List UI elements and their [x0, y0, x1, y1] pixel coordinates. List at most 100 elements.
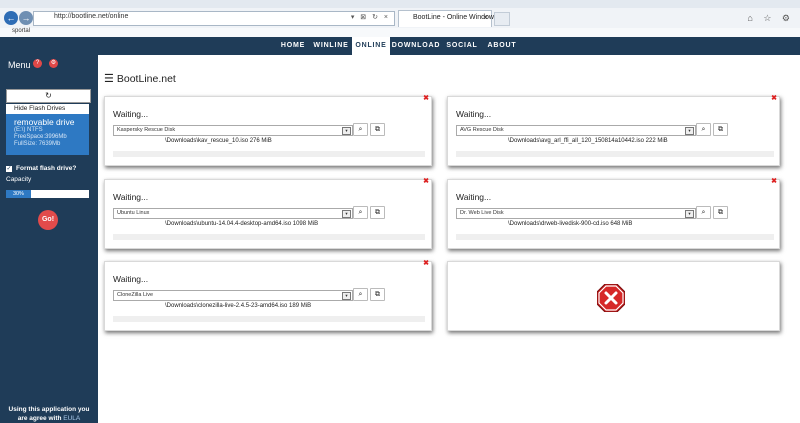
progress-track: [456, 151, 774, 157]
iso-select[interactable]: CloneZilla Live ▾: [113, 290, 353, 301]
card-status: Waiting...: [456, 109, 492, 119]
settings-button[interactable]: ⚙: [49, 59, 58, 68]
drive-item[interactable]: removable drive (E:\) NTFS FreeSpace:399…: [6, 114, 89, 155]
sidebar: Menu ? ⚙ ↻ Hide Flash Drives removable d…: [0, 55, 98, 423]
external-link-icon: ⧉: [718, 209, 723, 216]
drive-letter: (E:\) NTFS: [14, 127, 43, 133]
drive-name: removable drive: [14, 117, 75, 127]
eula-link[interactable]: EULA: [63, 415, 80, 422]
brand-text: BootLine.net: [116, 73, 176, 85]
chevron-down-icon: ▾: [685, 127, 694, 135]
card-file-path: \Downloads\ubuntu-14.04.4-desktop-amd64.…: [165, 221, 319, 227]
card-status: Waiting...: [113, 274, 149, 284]
external-link-icon: ⧉: [718, 126, 723, 133]
progress-track: [113, 316, 425, 322]
nav-home[interactable]: HOME: [276, 37, 310, 55]
open-button[interactable]: ⧉: [713, 206, 728, 219]
close-icon[interactable]: ✖: [423, 177, 429, 185]
card-file-path: \Downloads\clonezilla-live-2.4.5-23-amd6…: [165, 303, 312, 309]
download-card: ✖ Waiting... Dr. Web Live Disk ▾ ⌕ ⧉ \Do…: [447, 177, 780, 249]
browser-tools-icons[interactable]: ⌂ ☆ ⚙: [747, 13, 794, 24]
go-button[interactable]: Go!: [38, 210, 58, 230]
search-icon: ⌕: [358, 126, 363, 133]
window-titlebar: [0, 0, 800, 8]
iso-select[interactable]: Dr. Web Live Disk ▾: [456, 208, 696, 219]
search-button[interactable]: ⌕: [353, 288, 368, 301]
iso-select[interactable]: Ubuntu Linux ▾: [113, 208, 353, 219]
menu-label: Menu: [8, 60, 31, 70]
nav-winline[interactable]: WINLINE: [310, 37, 352, 55]
progress-track: [456, 234, 774, 240]
back-button[interactable]: ←: [4, 11, 18, 25]
iso-select-value: CloneZilla Live: [117, 292, 154, 298]
close-icon[interactable]: ✖: [771, 94, 777, 102]
close-icon[interactable]: ✖: [423, 259, 429, 267]
close-icon[interactable]: ✖: [423, 94, 429, 102]
download-card: ✖ Waiting... CloneZilla Live ▾ ⌕ ⧉ \Down…: [104, 259, 432, 331]
help-icon: ?: [35, 60, 40, 66]
agreement-text: Using this application you are agree wit…: [4, 405, 94, 423]
progress-track: [113, 234, 425, 240]
format-label: Format flash drive?: [16, 165, 77, 172]
open-button[interactable]: ⧉: [370, 206, 385, 219]
format-checkbox[interactable]: ✓: [6, 166, 12, 172]
capacity-fill: 30%: [6, 190, 31, 198]
error-octagon-icon[interactable]: [597, 284, 625, 312]
help-button[interactable]: ?: [33, 59, 42, 68]
open-button[interactable]: ⧉: [713, 123, 728, 136]
iso-select-value: Kaspersky Rescue Disk: [117, 127, 176, 133]
hamburger-icon[interactable]: ☰: [104, 73, 114, 85]
error-card: [447, 261, 780, 331]
download-card: ✖ Waiting... Kaspersky Rescue Disk ▾ ⌕ ⧉…: [104, 94, 432, 166]
card-status: Waiting...: [113, 192, 149, 202]
page-title: ☰ BootLine.net: [104, 72, 176, 85]
drive-free-space: FreeSpace:3996Mb: [14, 134, 67, 140]
url-tools-icons[interactable]: ▾ ⊠ ↻ ×: [351, 13, 390, 21]
new-tab-button[interactable]: [494, 12, 510, 26]
capacity-slider[interactable]: 30%: [6, 190, 89, 198]
open-button[interactable]: ⧉: [370, 123, 385, 136]
card-file-path: \Downloads\drweb-livedisk-900-cd.iso 648…: [508, 221, 633, 227]
search-icon: ⌕: [358, 209, 363, 216]
refresh-icon: ↻: [45, 91, 52, 100]
browser-tab-active[interactable]: BootLine - Online Windows... ×: [398, 10, 503, 27]
chevron-down-icon: ▾: [342, 210, 351, 218]
gear-icon: ⚙: [50, 60, 57, 66]
capacity-text: 30%: [12, 191, 24, 197]
card-file-path: \Downloads\avg_arl_ffi_all_120_150814a10…: [508, 138, 668, 144]
search-icon: ⌕: [701, 126, 706, 133]
forward-arrow-icon: →: [21, 13, 31, 23]
drive-full-size: FullSize: 7639Mb: [14, 141, 61, 147]
search-icon: ⌕: [358, 291, 363, 298]
nav-about[interactable]: ABOUT: [482, 37, 522, 55]
tab-close-icon[interactable]: ×: [483, 13, 488, 22]
url-input[interactable]: http://bootline.net/online ▾ ⊠ ↻ ×: [33, 11, 395, 26]
hide-flash-drives-button[interactable]: Hide Flash Drives: [6, 104, 89, 114]
address-bar-row: ← → http://bootline.net/online ▾ ⊠ ↻ × B…: [0, 8, 800, 29]
card-file-path: \Downloads\kav_rescue_10.iso 276 MiB: [165, 138, 272, 144]
chevron-down-icon: ▾: [685, 210, 694, 218]
search-button[interactable]: ⌕: [353, 206, 368, 219]
close-icon[interactable]: ✖: [771, 177, 777, 185]
download-card: ✖ Waiting... AVG Rescue Disk ▾ ⌕ ⧉ \Down…: [447, 94, 780, 166]
url-text: http://bootline.net/online: [54, 13, 129, 20]
external-link-icon: ⧉: [375, 209, 380, 216]
iso-select-value: Dr. Web Live Disk: [460, 210, 504, 216]
favorite-link[interactable]: sportal: [12, 28, 30, 34]
refresh-drives-button[interactable]: ↻: [6, 89, 91, 103]
progress-track: [113, 151, 425, 157]
iso-select[interactable]: AVG Rescue Disk ▾: [456, 125, 696, 136]
open-button[interactable]: ⧉: [370, 288, 385, 301]
download-card: ✖ Waiting... Ubuntu Linux ▾ ⌕ ⧉ \Downloa…: [104, 177, 432, 249]
back-arrow-icon: ←: [6, 13, 16, 23]
forward-button[interactable]: →: [19, 11, 33, 25]
card-status: Waiting...: [456, 192, 492, 202]
search-button[interactable]: ⌕: [353, 123, 368, 136]
nav-online[interactable]: ONLINE: [352, 37, 390, 55]
search-button[interactable]: ⌕: [696, 123, 711, 136]
external-link-icon: ⧉: [375, 291, 380, 298]
iso-select[interactable]: Kaspersky Rescue Disk ▾: [113, 125, 353, 136]
nav-download[interactable]: DOWNLOAD: [390, 37, 442, 55]
search-button[interactable]: ⌕: [696, 206, 711, 219]
nav-social[interactable]: SOCIAL: [442, 37, 482, 55]
